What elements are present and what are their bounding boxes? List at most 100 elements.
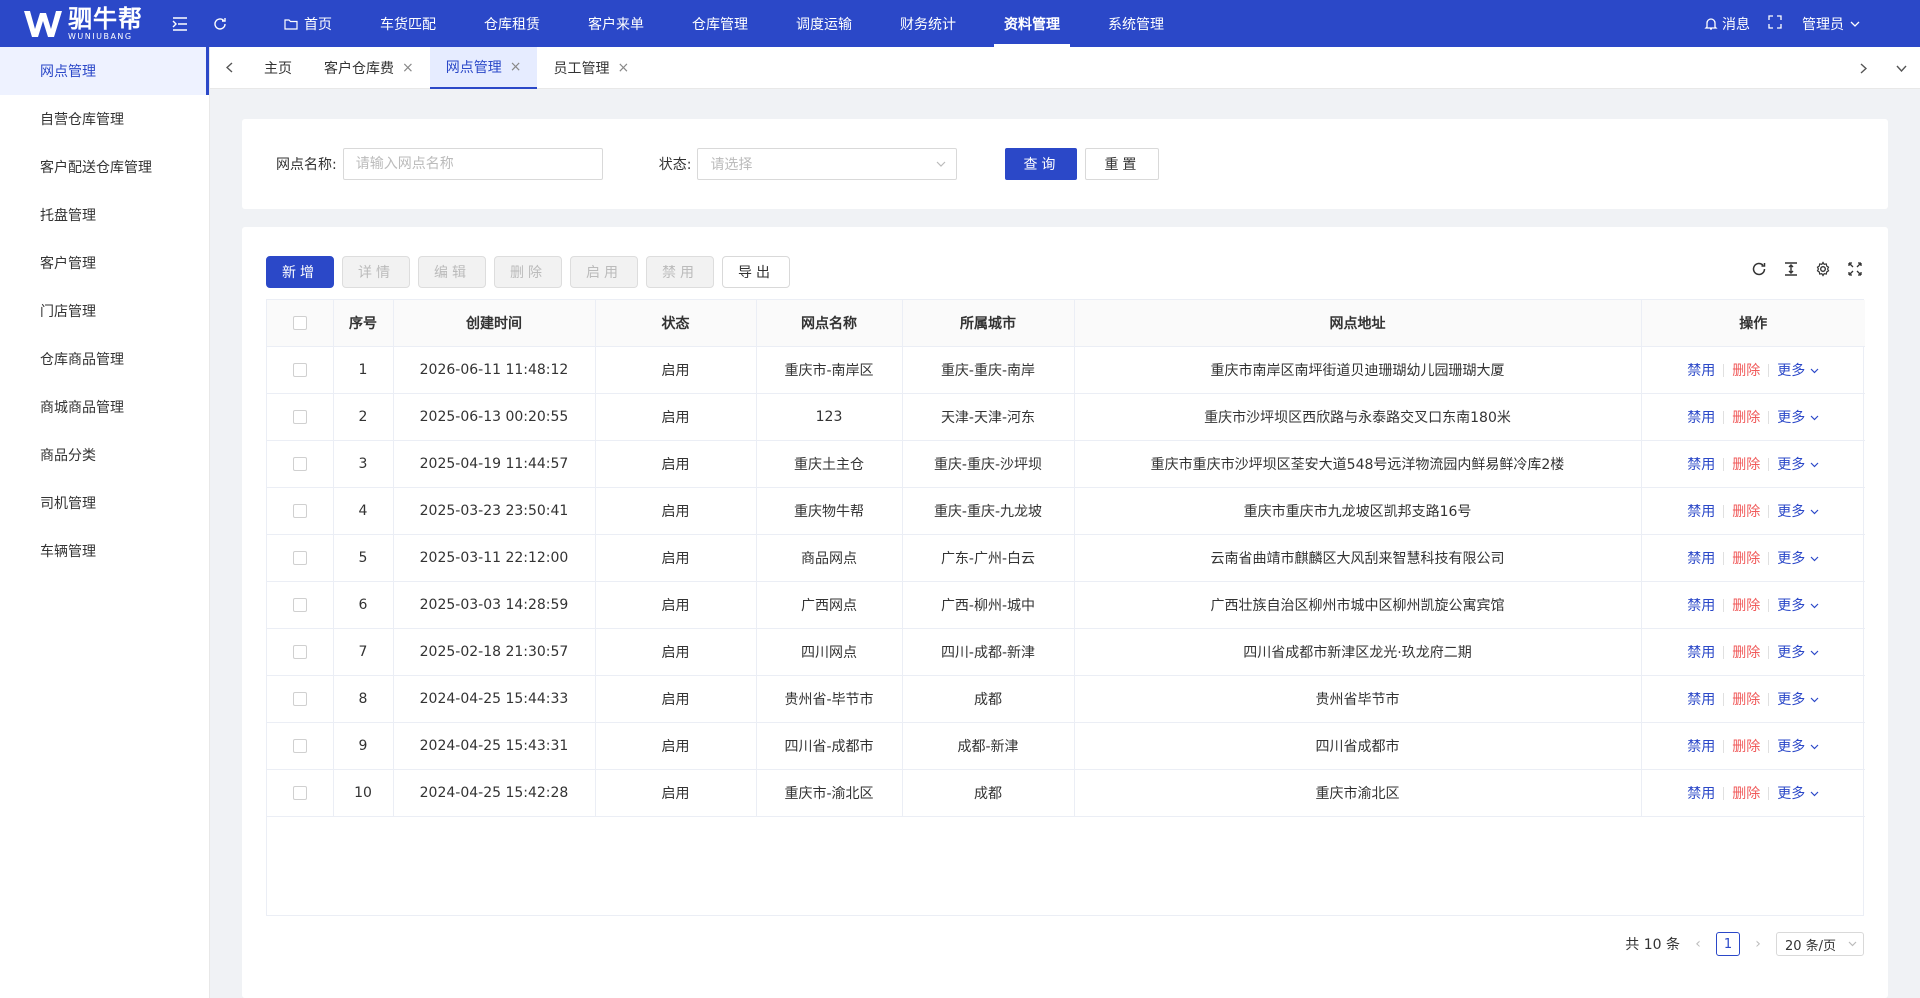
row-disable-link[interactable]: 禁用 xyxy=(1687,457,1715,473)
tab-home[interactable]: 主页 xyxy=(248,47,308,89)
next-page-icon[interactable]: › xyxy=(1750,936,1766,952)
row-delete-link[interactable]: 删除 xyxy=(1732,504,1760,520)
outlet-name-input[interactable] xyxy=(342,148,603,180)
row-disable-link[interactable]: 禁用 xyxy=(1687,504,1715,520)
nav-item-finance[interactable]: 财务统计 xyxy=(876,0,980,47)
sidebar-item-mall-goods[interactable]: 商城商品管理 xyxy=(0,383,209,431)
row-disable-link[interactable]: 禁用 xyxy=(1687,786,1715,802)
row-delete-link[interactable]: 删除 xyxy=(1732,739,1760,755)
tab-dropdown-icon[interactable] xyxy=(1882,47,1920,89)
row-more-link[interactable]: 更多 xyxy=(1777,786,1819,802)
edit-button[interactable]: 编辑 xyxy=(418,256,486,288)
prev-page-icon[interactable]: ‹ xyxy=(1690,936,1706,952)
row-delete-link[interactable]: 删除 xyxy=(1732,457,1760,473)
row-delete-link[interactable]: 删除 xyxy=(1732,645,1760,661)
table-row: 6 2025-03-03 14:28:59 启用 广西网点 广西-柳州-城中 广西壮族自治… xyxy=(267,581,1865,629)
page-number-1[interactable]: 1 xyxy=(1716,932,1740,956)
row-more-link[interactable]: 更多 xyxy=(1777,551,1819,567)
sidebar-item-customers[interactable]: 客户管理 xyxy=(0,239,209,287)
enable-button[interactable]: 启用 xyxy=(570,256,638,288)
tab-outlets[interactable]: 网点管理 × xyxy=(429,46,538,89)
reset-button[interactable]: 重置 xyxy=(1085,148,1160,180)
sidebar-item-drivers[interactable]: 司机管理 xyxy=(0,479,209,527)
row-more-link[interactable]: 更多 xyxy=(1777,410,1819,426)
add-button[interactable]: 新增 xyxy=(266,256,334,288)
row-checkbox[interactable] xyxy=(267,346,334,394)
nav-item-data-mgmt[interactable]: 资料管理 xyxy=(980,0,1084,47)
sidebar-item-own-warehouse[interactable]: 自营仓库管理 xyxy=(0,95,209,143)
row-checkbox[interactable] xyxy=(267,487,334,535)
nav-item-home[interactable]: 首页 xyxy=(260,0,356,47)
column-header: 所属城市 xyxy=(902,300,1075,347)
sidebar-item-customer-warehouse[interactable]: 客户配送仓库管理 xyxy=(0,143,209,191)
row-disable-link[interactable]: 禁用 xyxy=(1687,739,1715,755)
row-more-link[interactable]: 更多 xyxy=(1777,504,1819,520)
row-checkbox[interactable] xyxy=(267,675,334,723)
sidebar-item-outlets[interactable]: 网点管理 xyxy=(0,47,209,95)
nav-item-warehouse-mgmt[interactable]: 仓库管理 xyxy=(668,0,772,47)
disable-button[interactable]: 禁用 xyxy=(646,256,714,288)
select-all-checkbox[interactable] xyxy=(267,300,334,347)
sidebar-item-vehicles[interactable]: 车辆管理 xyxy=(0,527,209,575)
row-disable-link[interactable]: 禁用 xyxy=(1687,551,1715,567)
status-select[interactable]: 请选择 xyxy=(697,148,958,180)
row-disable-link[interactable]: 禁用 xyxy=(1687,598,1715,614)
logo[interactable]: 驷牛帮 WUNIUBANG xyxy=(0,7,160,41)
row-more-link[interactable]: 更多 xyxy=(1777,692,1819,708)
row-checkbox[interactable] xyxy=(267,628,334,676)
refresh-icon[interactable] xyxy=(200,0,240,47)
settings-icon[interactable] xyxy=(1814,260,1832,278)
refresh-icon[interactable] xyxy=(1750,260,1768,278)
close-icon[interactable]: × xyxy=(617,60,629,76)
page-size-select[interactable]: 20 条/页 xyxy=(1776,932,1864,956)
row-disable-link[interactable]: 禁用 xyxy=(1687,692,1715,708)
nav-item-customer-orders[interactable]: 客户来单 xyxy=(564,0,668,47)
row-delete-link[interactable]: 删除 xyxy=(1732,598,1760,614)
sidebar-item-categories[interactable]: 商品分类 xyxy=(0,431,209,479)
fullscreen-icon[interactable] xyxy=(1846,260,1864,278)
row-checkbox[interactable] xyxy=(267,440,334,488)
sidebar-item-warehouse-goods[interactable]: 仓库商品管理 xyxy=(0,335,209,383)
row-more-link[interactable]: 更多 xyxy=(1777,363,1819,379)
row-checkbox[interactable] xyxy=(267,769,334,817)
row-delete-link[interactable]: 删除 xyxy=(1732,692,1760,708)
row-delete-link[interactable]: 删除 xyxy=(1732,551,1760,567)
row-more-link[interactable]: 更多 xyxy=(1777,598,1819,614)
collapse-menu-icon[interactable] xyxy=(160,0,200,47)
row-delete-link[interactable]: 删除 xyxy=(1732,410,1760,426)
row-checkbox[interactable] xyxy=(267,534,334,582)
messages-button[interactable]: 消息 xyxy=(1704,14,1750,34)
sidebar-item-pallets[interactable]: 托盘管理 xyxy=(0,191,209,239)
close-icon[interactable]: × xyxy=(402,60,414,76)
export-button[interactable]: 导出 xyxy=(722,256,790,288)
row-delete-link[interactable]: 删除 xyxy=(1732,363,1760,379)
tab-staff[interactable]: 员工管理 × xyxy=(537,47,645,89)
user-menu[interactable]: 管理员 xyxy=(1802,14,1860,34)
row-checkbox[interactable] xyxy=(267,581,334,629)
query-button[interactable]: 查询 xyxy=(1005,148,1078,180)
row-more-link[interactable]: 更多 xyxy=(1777,645,1819,661)
row-more-link[interactable]: 更多 xyxy=(1777,457,1819,473)
row-checkbox[interactable] xyxy=(267,393,334,441)
nav-item-system[interactable]: 系统管理 xyxy=(1084,0,1188,47)
row-disable-link[interactable]: 禁用 xyxy=(1687,645,1715,661)
nav-item-cargo-match[interactable]: 车货匹配 xyxy=(356,0,460,47)
nav-item-dispatch[interactable]: 调度运输 xyxy=(772,0,876,47)
sidebar-item-stores[interactable]: 门店管理 xyxy=(0,287,209,335)
row-disable-link[interactable]: 禁用 xyxy=(1687,410,1715,426)
cell-created: 2025-02-18 21:30:57 xyxy=(393,628,596,676)
tab-scroll-right-icon[interactable] xyxy=(1844,47,1882,89)
tab-scroll-left-icon[interactable] xyxy=(210,47,248,89)
column-height-icon[interactable] xyxy=(1782,260,1800,278)
delete-button[interactable]: 删除 xyxy=(494,256,562,288)
close-icon[interactable]: × xyxy=(510,59,522,75)
fullscreen-icon[interactable] xyxy=(1768,14,1782,33)
cell-name: 商品网点 xyxy=(756,534,903,582)
tab-customer-warehouse-fee[interactable]: 客户仓库费 × xyxy=(308,47,430,89)
row-more-link[interactable]: 更多 xyxy=(1777,739,1819,755)
row-delete-link[interactable]: 删除 xyxy=(1732,786,1760,802)
detail-button[interactable]: 详情 xyxy=(342,256,410,288)
row-checkbox[interactable] xyxy=(267,722,334,770)
row-disable-link[interactable]: 禁用 xyxy=(1687,363,1715,379)
nav-item-warehouse-rent[interactable]: 仓库租赁 xyxy=(460,0,564,47)
